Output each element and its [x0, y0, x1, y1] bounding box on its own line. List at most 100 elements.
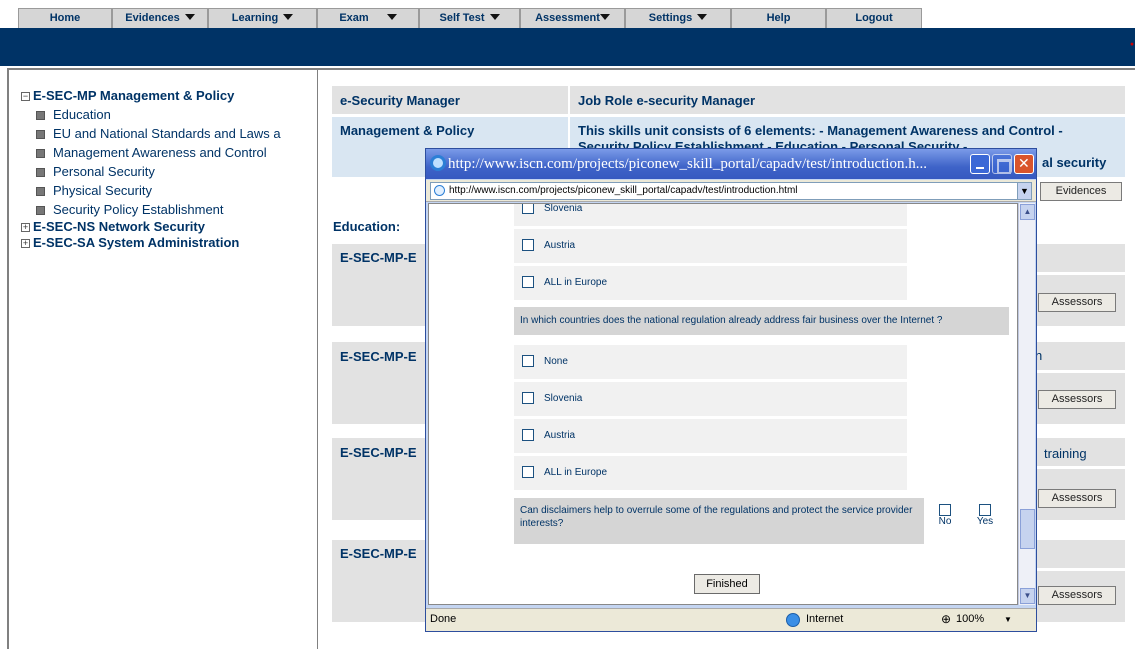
popup-title: http://www.iscn.com/projects/piconew_ski… — [448, 156, 927, 172]
document-icon — [36, 168, 45, 178]
option-all-europe-top[interactable]: ALL in Europe — [514, 266, 907, 300]
chevron-down-icon — [184, 14, 195, 21]
checkbox[interactable] — [522, 466, 534, 479]
nav-home[interactable]: Home — [18, 8, 112, 28]
option-none[interactable]: None — [514, 345, 907, 379]
chevron-down-icon[interactable]: ▼ — [1004, 609, 1012, 630]
option-label: None — [544, 356, 568, 367]
assessors-button[interactable]: Assessors — [1038, 293, 1116, 312]
tree-leaf-security-policy[interactable]: Security Policy Establishment — [21, 200, 321, 219]
option-label: ALL in Europe — [544, 277, 608, 288]
option-slovenia-top[interactable]: Slovenia — [514, 204, 907, 226]
tree-leaf-personal-security[interactable]: Personal Security — [21, 162, 321, 181]
nav-home-label: Home — [49, 12, 81, 24]
close-button[interactable] — [1014, 149, 1034, 179]
tree-node-sa[interactable]: + E-SEC-SA System Administration — [21, 235, 321, 251]
nav-exam[interactable]: Exam — [317, 8, 419, 28]
skill-tree: − E-SEC-MP Management & Policy Education … — [21, 86, 321, 251]
scrollbar-thumb[interactable] — [1020, 509, 1035, 549]
status-bar: Done Internet ⊕ 100% ▼ — [426, 608, 1036, 631]
tree-node-mp[interactable]: − E-SEC-MP Management & Policy — [21, 86, 321, 105]
option-slovenia[interactable]: Slovenia — [514, 382, 907, 416]
row-code: E-SEC-MP-E — [340, 546, 417, 561]
answer-yes-label: Yes — [976, 516, 994, 527]
evidences-button[interactable]: Evidences — [1040, 182, 1122, 201]
option-austria-top[interactable]: Austria — [514, 229, 907, 263]
finished-button[interactable]: Finished — [694, 574, 760, 594]
nav-learning[interactable]: Learning — [208, 8, 317, 28]
top-navbar: Home Evidences Learning Exam Self Test A… — [0, 0, 1135, 28]
option-label: Slovenia — [544, 393, 583, 404]
nav-evidences[interactable]: Evidences — [112, 8, 208, 28]
collapse-icon[interactable]: − — [21, 92, 30, 102]
nav-settings-label: Settings — [648, 12, 693, 24]
unit-label: Management & Policy — [340, 123, 475, 138]
row-tail: training — [1044, 446, 1087, 461]
tree-leaf-education[interactable]: Education — [21, 105, 321, 124]
checkbox[interactable] — [522, 239, 534, 252]
tree-leaf-label: Management Awareness and Control — [53, 145, 267, 160]
logo-fragment-icon: · — [1128, 34, 1135, 54]
assessors-button[interactable]: Assessors — [1038, 586, 1116, 605]
expand-icon[interactable]: + — [21, 223, 30, 233]
scroll-down-icon[interactable]: ▼ — [1020, 588, 1035, 604]
nav-settings[interactable]: Settings — [625, 8, 731, 28]
option-all-europe[interactable]: ALL in Europe — [514, 456, 907, 490]
checkbox[interactable] — [979, 504, 991, 516]
tree-frame: − E-SEC-MP Management & Policy Education … — [7, 68, 318, 649]
address-url: http://www.iscn.com/projects/piconew_ski… — [449, 185, 798, 196]
tree-node-ns-label: E-SEC-NS Network Security — [33, 219, 205, 234]
page-root: Home Evidences Learning Exam Self Test A… — [0, 0, 1135, 649]
popup-content: Slovenia Austria ALL in Europe In which … — [428, 203, 1018, 605]
row-code: E-SEC-MP-E — [340, 250, 417, 265]
checkbox[interactable] — [522, 429, 534, 442]
status-zone: Internet — [806, 613, 844, 625]
option-austria[interactable]: Austria — [514, 419, 907, 453]
chevron-down-icon — [386, 14, 397, 21]
checkbox[interactable] — [939, 504, 951, 516]
tree-leaf-eu-standards[interactable]: EU and National Standards and Laws a — [21, 124, 321, 143]
job-label: e-Security Manager — [340, 93, 460, 108]
option-label: ALL in Europe — [544, 467, 608, 478]
expand-icon[interactable]: + — [21, 239, 30, 249]
chevron-down-icon — [599, 14, 610, 21]
address-field[interactable]: http://www.iscn.com/projects/piconew_ski… — [430, 182, 1032, 200]
document-icon — [36, 111, 45, 121]
tree-leaf-label: Physical Security — [53, 183, 152, 198]
nav-assessment[interactable]: Assessment — [520, 8, 625, 28]
maximize-button[interactable] — [992, 154, 1012, 174]
tree-node-sa-label: E-SEC-SA System Administration — [33, 235, 240, 250]
assessors-button[interactable]: Assessors — [1038, 489, 1116, 508]
option-label: Austria — [544, 430, 576, 441]
minimize-button[interactable] — [970, 154, 990, 174]
nav-self-test-label: Self Test — [439, 12, 485, 24]
chevron-down-icon — [489, 14, 500, 21]
checkbox[interactable] — [522, 276, 534, 289]
document-icon — [36, 130, 45, 140]
globe-icon — [786, 613, 800, 627]
nav-self-test[interactable]: Self Test — [419, 8, 520, 28]
nav-help[interactable]: Help — [731, 8, 826, 28]
tree-leaf-management-awareness[interactable]: Management Awareness and Control — [21, 143, 321, 162]
nav-logout[interactable]: Logout — [826, 8, 922, 28]
assessors-button[interactable]: Assessors — [1038, 390, 1116, 409]
answer-yes[interactable]: Yes — [972, 504, 998, 527]
checkbox[interactable] — [522, 392, 534, 405]
nav-learning-label: Learning — [231, 12, 279, 24]
tree-leaf-physical-security[interactable]: Physical Security — [21, 181, 321, 200]
vertical-scrollbar[interactable]: ▲ ▼ — [1018, 203, 1035, 605]
job-role: Job Role e-security Manager — [578, 93, 755, 108]
checkbox[interactable] — [522, 355, 534, 368]
scroll-up-icon[interactable]: ▲ — [1020, 204, 1035, 220]
answer-no[interactable]: No — [935, 504, 955, 527]
document-icon — [36, 206, 45, 216]
tree-node-ns[interactable]: + E-SEC-NS Network Security — [21, 219, 321, 235]
zoom-level[interactable]: 100% — [956, 609, 984, 630]
checkbox[interactable] — [522, 204, 534, 215]
nav-logout-label: Logout — [855, 12, 893, 24]
document-icon — [36, 187, 45, 197]
browser-icon — [430, 155, 446, 171]
nav-assessment-label: Assessment — [535, 12, 600, 24]
popup-titlebar[interactable]: http://www.iscn.com/projects/piconew_ski… — [426, 149, 1036, 179]
chevron-down-icon[interactable]: ▼ — [1017, 183, 1031, 199]
